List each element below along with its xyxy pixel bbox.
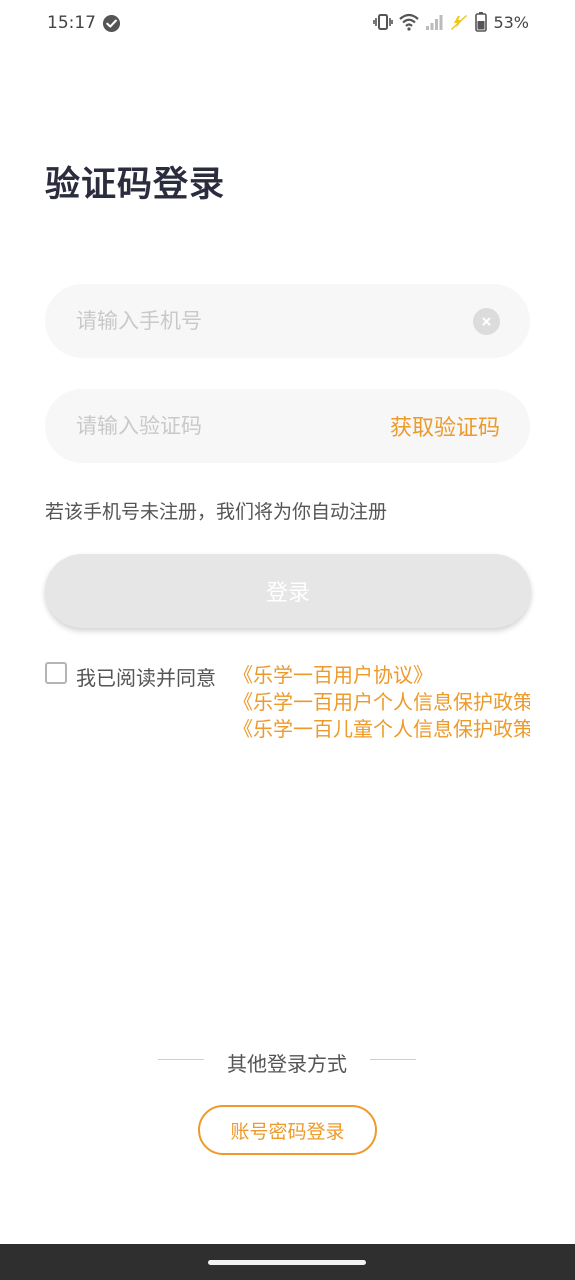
page-title: 验证码登录: [45, 165, 226, 205]
password-login-button[interactable]: 账号密码登录: [198, 1105, 377, 1155]
close-icon: [482, 317, 491, 326]
user-agreement-link[interactable]: 《乐学一百用户协议》: [233, 662, 530, 689]
clear-phone-button[interactable]: [473, 308, 500, 335]
verified-check-icon: [102, 14, 121, 33]
privacy-policy-link[interactable]: 《乐学一百用户个人信息保护政策》: [233, 689, 530, 716]
agreement-checkbox[interactable]: [45, 662, 67, 684]
other-login-divider: 其他登录方式: [158, 1048, 416, 1076]
home-indicator[interactable]: [208, 1260, 366, 1265]
status-bar: 15:17 53%: [0, 0, 575, 48]
divider-line: [370, 1059, 416, 1060]
wifi-icon: [399, 13, 420, 31]
battery-percentage: 53%: [493, 12, 529, 32]
children-privacy-policy-link[interactable]: 《乐学一百儿童个人信息保护政策》: [233, 716, 530, 743]
register-hint: 若该手机号未注册，我们将为你自动注册: [45, 501, 388, 523]
status-time: 15:17: [47, 13, 96, 33]
get-code-button[interactable]: 获取验证码: [390, 410, 500, 442]
power-saving-icon: [451, 15, 468, 30]
cellular-signal-icon: [426, 15, 443, 30]
agreement-links: 《乐学一百用户协议》 《乐学一百用户个人信息保护政策》 《乐学一百儿童个人信息保…: [233, 662, 530, 743]
status-icons: 53%: [373, 12, 529, 32]
phone-input[interactable]: [76, 284, 376, 358]
other-login-label: 其他登录方式: [227, 1052, 347, 1076]
login-button[interactable]: 登录: [45, 554, 531, 628]
phone-field[interactable]: [45, 284, 530, 358]
verification-code-field[interactable]: 获取验证码: [45, 389, 530, 463]
battery-icon: [475, 12, 488, 32]
verification-code-input[interactable]: [76, 389, 376, 463]
navigation-bar: [0, 1244, 575, 1280]
vibrate-icon: [373, 14, 394, 30]
agreement-prefix: 我已阅读并同意: [76, 666, 216, 690]
